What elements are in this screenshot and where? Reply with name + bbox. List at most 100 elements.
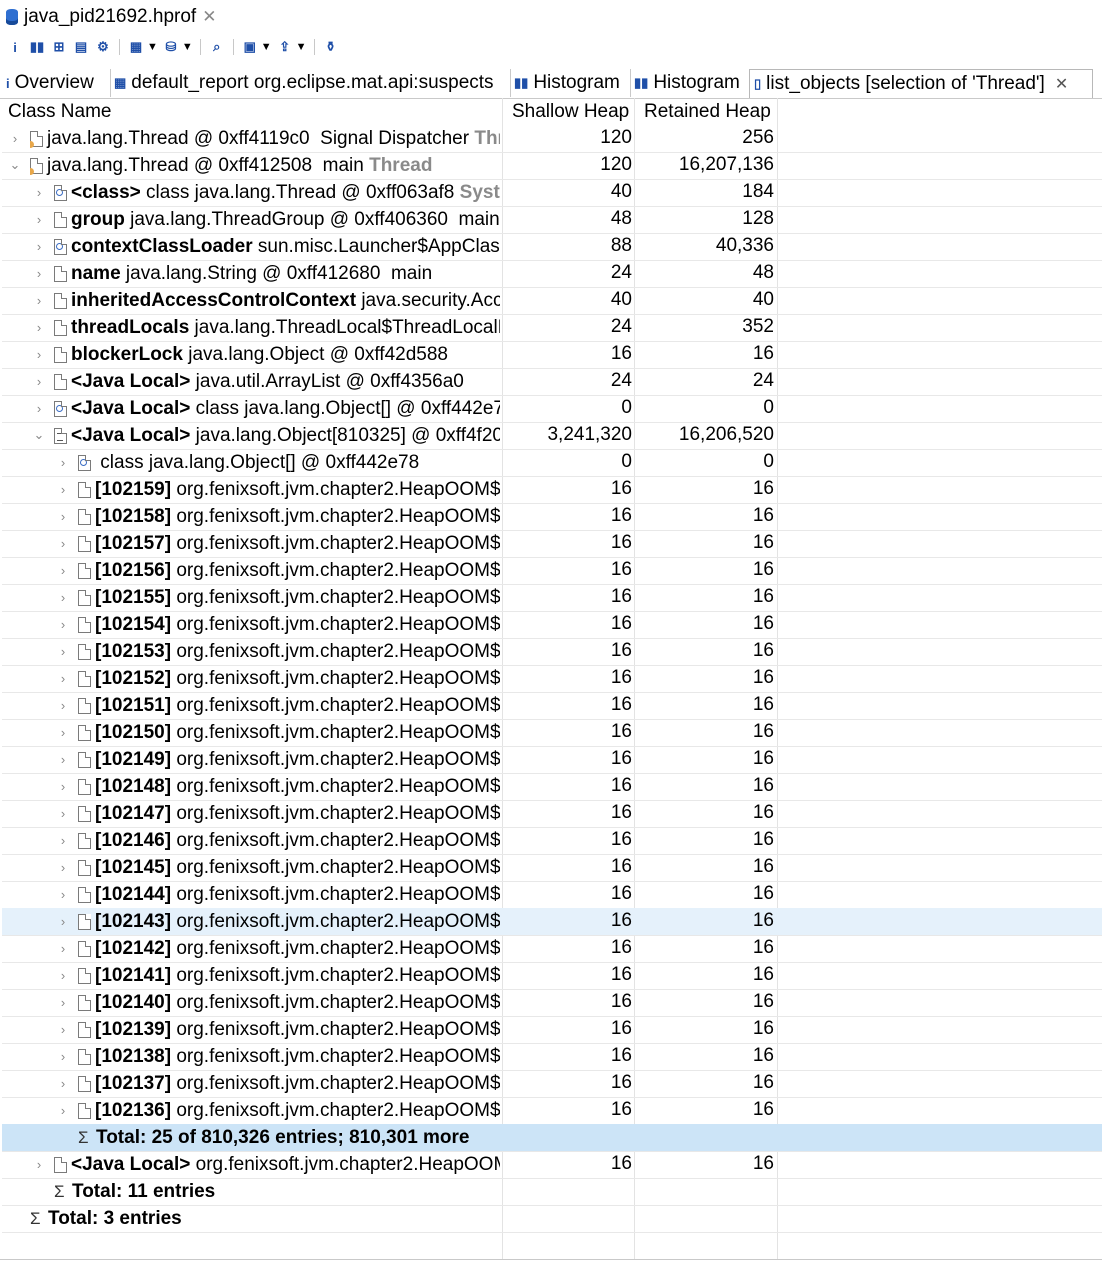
expand-chevron-icon[interactable]: › — [32, 210, 46, 228]
expand-chevron-icon[interactable]: › — [56, 804, 70, 822]
expand-chevron-icon[interactable]: › — [56, 453, 70, 471]
expand-chevron-icon[interactable]: › — [56, 615, 70, 633]
table-row[interactable]: › [102145] org.fenixsoft.jvm.chapter2.Hea… — [2, 854, 1102, 882]
table-row[interactable]: › [102140] org.fenixsoft.jvm.chapter2.Hea… — [2, 989, 1102, 1017]
table-row[interactable]: › [102144] org.fenixsoft.jvm.chapter2.Hea… — [2, 881, 1102, 909]
table-row[interactable]: › [102136] org.fenixsoft.jvm.chapter2.Hea… — [2, 1097, 1102, 1125]
expand-chevron-icon[interactable]: › — [56, 561, 70, 579]
table-row[interactable]: › threadLocals java.lang.ThreadLocal$Thre… — [2, 314, 1102, 342]
run-report-icon[interactable]: ▦ — [127, 38, 145, 56]
expand-chevron-icon[interactable]: › — [32, 399, 46, 417]
chevron-down-icon[interactable]: ▼ — [182, 41, 193, 53]
expand-chevron-icon[interactable]: › — [56, 993, 70, 1011]
table-row[interactable]: › [102158] org.fenixsoft.jvm.chapter2.Hea… — [2, 503, 1102, 531]
expand-chevron-icon[interactable]: › — [56, 588, 70, 606]
view-menu-icon[interactable]: ▣ — [241, 38, 259, 56]
expand-chevron-icon[interactable]: › — [8, 129, 22, 147]
table-row[interactable]: ⌄ java.lang.Thread @ 0xff412508 main Thre… — [2, 152, 1102, 180]
table-row[interactable]: › [102149] org.fenixsoft.jvm.chapter2.Hea… — [2, 746, 1102, 774]
chevron-down-icon[interactable]: ▼ — [296, 41, 307, 53]
table-row[interactable]: › [102155] org.fenixsoft.jvm.chapter2.Hea… — [2, 584, 1102, 612]
expand-chevron-icon[interactable]: › — [56, 1074, 70, 1092]
expand-chevron-icon[interactable]: › — [32, 183, 46, 201]
total-row[interactable]: Σ Total: 11 entries — [2, 1178, 1102, 1206]
table-row[interactable]: › [102139] org.fenixsoft.jvm.chapter2.Hea… — [2, 1016, 1102, 1044]
expand-chevron-icon[interactable]: › — [56, 885, 70, 903]
expand-chevron-icon[interactable]: › — [56, 831, 70, 849]
table-row[interactable]: › [102150] org.fenixsoft.jvm.chapter2.Hea… — [2, 719, 1102, 747]
calculate-heap-icon[interactable]: ⚱ — [322, 38, 340, 56]
expand-chevron-icon[interactable]: › — [32, 1155, 46, 1173]
table-row[interactable]: › <Java Local> java.util.ArrayList @ 0xff… — [2, 368, 1102, 396]
table-row[interactable]: › [102156] org.fenixsoft.jvm.chapter2.Hea… — [2, 557, 1102, 585]
table-row[interactable]: › [102143] org.fenixsoft.jvm.chapter2.Hea… — [2, 908, 1102, 936]
table-row[interactable]: › group java.lang.ThreadGroup @ 0xff40636… — [2, 206, 1102, 234]
table-row[interactable]: › [102148] org.fenixsoft.jvm.chapter2.Hea… — [2, 773, 1102, 801]
table-row[interactable]: › <Java Local> class java.lang.Object[] @… — [2, 395, 1102, 423]
total-row[interactable]: Σ Total: 3 entries — [2, 1205, 1102, 1233]
expand-chevron-icon[interactable]: › — [56, 777, 70, 795]
expand-chevron-icon[interactable]: › — [56, 534, 70, 552]
histogram-icon[interactable]: ▮▮ — [28, 38, 46, 56]
tab-default-report[interactable]: ▦ default_report org.eclipse.mat.api:sus… — [110, 69, 511, 97]
close-icon[interactable]: ✕ — [202, 7, 216, 27]
table-row[interactable]: › [102142] org.fenixsoft.jvm.chapter2.Hea… — [2, 935, 1102, 963]
dominator-tree-icon[interactable]: ⊞ — [50, 38, 68, 56]
expand-chevron-icon[interactable]: › — [56, 642, 70, 660]
chevron-down-icon[interactable]: ▼ — [147, 41, 158, 53]
expand-chevron-icon[interactable]: › — [56, 1047, 70, 1065]
table-row[interactable]: › java.lang.Thread @ 0xff4119c0 Signal Di… — [2, 125, 1102, 153]
table-row[interactable]: › <class> class java.lang.Thread @ 0xff06… — [2, 179, 1102, 207]
table-row[interactable]: › class java.lang.Object[] @ 0xff442e78 0… — [2, 449, 1102, 477]
table-row[interactable]: › <Java Local> org.fenixsoft.jvm.chapter2… — [2, 1151, 1102, 1179]
expand-chevron-icon[interactable]: › — [56, 966, 70, 984]
expand-chevron-icon[interactable]: › — [56, 669, 70, 687]
expand-chevron-icon[interactable]: › — [56, 912, 70, 930]
table-row[interactable]: › [102159] org.fenixsoft.jvm.chapter2.Hea… — [2, 476, 1102, 504]
table-row[interactable]: › contextClassLoader sun.misc.Launcher$Ap… — [2, 233, 1102, 261]
editor-tab-hprof[interactable]: java_pid21692.hprof ✕ — [2, 2, 220, 32]
collapse-chevron-icon[interactable]: ⌄ — [32, 426, 46, 444]
table-row[interactable]: › [102146] org.fenixsoft.jvm.chapter2.Hea… — [2, 827, 1102, 855]
expand-chevron-icon[interactable]: › — [56, 507, 70, 525]
table-row[interactable]: › [102152] org.fenixsoft.jvm.chapter2.Hea… — [2, 665, 1102, 693]
tab-histogram-1[interactable]: ▮▮ Histogram — [510, 69, 631, 97]
table-row[interactable]: › inheritedAccessControlContext java.secu… — [2, 287, 1102, 315]
table-row[interactable]: › [102157] org.fenixsoft.jvm.chapter2.Hea… — [2, 530, 1102, 558]
info-icon[interactable]: i — [6, 38, 24, 56]
table-row[interactable]: › [102137] org.fenixsoft.jvm.chapter2.Hea… — [2, 1070, 1102, 1098]
column-header-shallow-heap[interactable]: Shallow Heap — [512, 101, 629, 123]
table-row[interactable]: › [102153] org.fenixsoft.jvm.chapter2.Hea… — [2, 638, 1102, 666]
thread-overview-icon[interactable]: ⚙ — [94, 38, 112, 56]
expand-chevron-icon[interactable]: › — [56, 480, 70, 498]
close-icon[interactable]: ✕ — [1055, 74, 1068, 94]
expand-chevron-icon[interactable]: › — [56, 939, 70, 957]
expand-chevron-icon[interactable]: › — [56, 858, 70, 876]
object-tree-table[interactable]: Class Name Shallow Heap Retained Heap › j… — [2, 98, 1102, 1260]
expand-chevron-icon[interactable]: › — [56, 1101, 70, 1119]
tab-overview[interactable]: i Overview — [2, 69, 111, 97]
table-row[interactable]: ⌄ <Java Local> java.lang.Object[810325] @… — [2, 422, 1102, 450]
expand-chevron-icon[interactable]: › — [32, 372, 46, 390]
tab-histogram-2[interactable]: ▮▮ Histogram — [630, 69, 751, 97]
tab-list-objects[interactable]: ▯ list_objects [selection of 'Thread'] ✕ — [749, 69, 1093, 98]
total-row[interactable]: Σ Total: 25 of 810,326 entries; 810,301 m… — [2, 1124, 1102, 1152]
expand-chevron-icon[interactable]: › — [56, 750, 70, 768]
expand-chevron-icon[interactable]: › — [56, 696, 70, 714]
query-browser-icon[interactable]: ⛁ — [162, 38, 180, 56]
table-row[interactable]: › [102154] org.fenixsoft.jvm.chapter2.Hea… — [2, 611, 1102, 639]
table-row[interactable]: › [102151] org.fenixsoft.jvm.chapter2.Hea… — [2, 692, 1102, 720]
table-row[interactable]: › blockerLock java.lang.Object @ 0xff42d5… — [2, 341, 1102, 369]
search-icon[interactable]: ⌕ — [208, 38, 226, 56]
expand-chevron-icon[interactable]: › — [32, 345, 46, 363]
oql-icon[interactable]: ▤ — [72, 38, 90, 56]
chevron-down-icon[interactable]: ▼ — [261, 41, 272, 53]
table-row[interactable]: › [102147] org.fenixsoft.jvm.chapter2.Hea… — [2, 800, 1102, 828]
expand-chevron-icon[interactable]: › — [56, 1020, 70, 1038]
table-row[interactable]: › [102141] org.fenixsoft.jvm.chapter2.Hea… — [2, 962, 1102, 990]
expand-chevron-icon[interactable]: › — [32, 291, 46, 309]
export-icon[interactable]: ⇪ — [276, 38, 294, 56]
collapse-chevron-icon[interactable]: ⌄ — [8, 156, 22, 174]
column-header-retained-heap[interactable]: Retained Heap — [644, 101, 771, 123]
expand-chevron-icon[interactable]: › — [56, 723, 70, 741]
